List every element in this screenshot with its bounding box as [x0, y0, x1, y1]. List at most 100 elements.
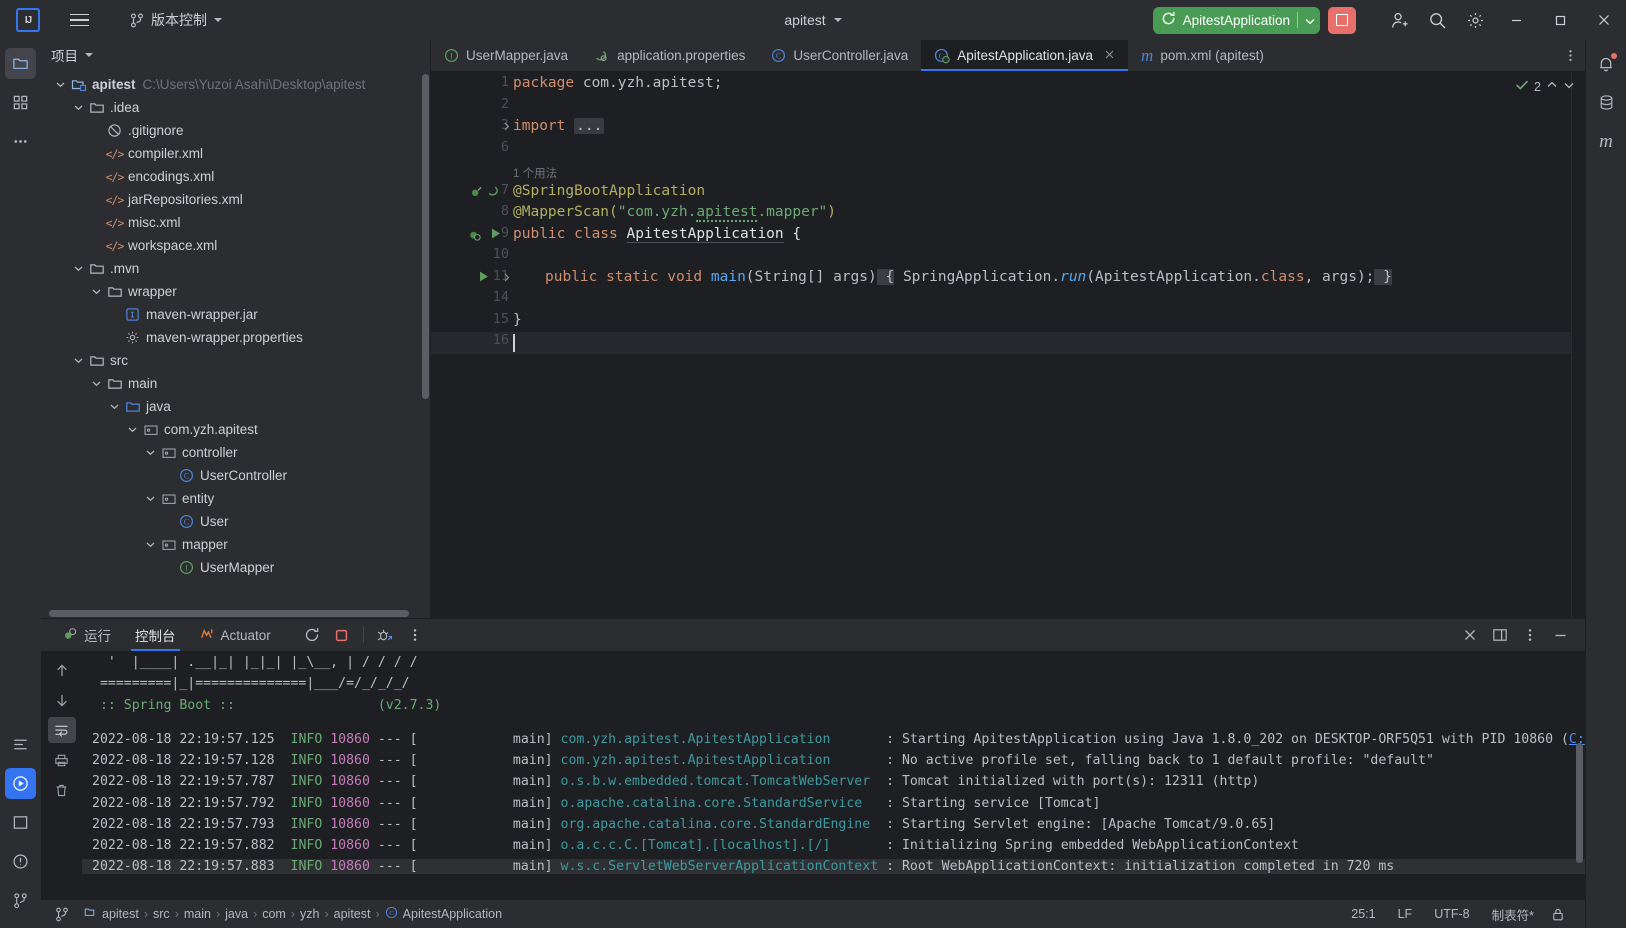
prev-problem-icon[interactable] — [1546, 79, 1558, 94]
tree-node-wrapper[interactable]: wrapper — [41, 280, 430, 303]
tree-node-misc-xml[interactable]: </> misc.xml — [41, 211, 430, 234]
tree-node-controller[interactable]: controller — [41, 441, 430, 464]
breadcrumb-item[interactable]: apitest — [329, 907, 376, 921]
tree-node-compiler-xml[interactable]: </> compiler.xml — [41, 142, 430, 165]
editor-gutter[interactable]: 1 2 3 6 7 8 9 10 11 14 15 16 — [431, 72, 513, 618]
chevron-down-icon[interactable] — [73, 263, 84, 274]
tree-node-maven-wrapper-jar[interactable]: maven-wrapper.jar — [41, 303, 430, 326]
close-tab-icon[interactable] — [1104, 48, 1115, 63]
sidebar-item-problems[interactable] — [5, 846, 36, 877]
chevron-down-icon[interactable] — [73, 355, 84, 366]
close-run-window-button[interactable] — [1455, 620, 1485, 650]
account-add-icon[interactable] — [1380, 1, 1418, 39]
tree-node-jarrepositories-xml[interactable]: </> jarRepositories.xml — [41, 188, 430, 211]
print-icon[interactable] — [48, 747, 76, 773]
indent-setting[interactable]: 制表符* — [1481, 905, 1545, 924]
breadcrumb-item[interactable]: java — [220, 907, 253, 921]
editor-tab-usermapper-java[interactable]: I UserMapper.java — [431, 40, 581, 71]
chevron-down-icon[interactable] — [73, 102, 84, 113]
chevron-down-icon[interactable] — [91, 286, 102, 297]
gutter-spring-icon[interactable] — [487, 184, 502, 199]
editor-tab-usercontroller-java[interactable]: C UserController.java — [758, 40, 921, 71]
editor-tabs-more-icon[interactable] — [1555, 40, 1585, 71]
fold-arrow-imports[interactable] — [501, 121, 512, 132]
gutter-bean-icon[interactable] — [469, 184, 484, 199]
breadcrumb-item[interactable]: com — [257, 907, 291, 921]
gutter-run-icon[interactable] — [489, 227, 502, 240]
tree-node-mapper[interactable]: mapper — [41, 533, 430, 556]
tree-node-usermapper[interactable]: I UserMapper — [41, 556, 430, 579]
run-more-options-button[interactable] — [400, 620, 430, 650]
sidebar-item-more[interactable] — [5, 126, 36, 157]
project-panel-header[interactable]: 项目 — [41, 40, 430, 70]
sidebar-item-structure[interactable] — [5, 87, 36, 118]
tree-node-workspace-xml[interactable]: </> workspace.xml — [41, 234, 430, 257]
editor-tab-application-properties[interactable]: application.properties — [581, 40, 758, 71]
chevron-down-icon[interactable] — [55, 79, 66, 90]
line-separator[interactable]: LF — [1387, 907, 1424, 921]
tree-node-encodings-xml[interactable]: </> encodings.xml — [41, 165, 430, 188]
tree-node-main[interactable]: main — [41, 372, 430, 395]
chevron-down-icon[interactable] — [109, 401, 120, 412]
gear-icon[interactable] — [1456, 1, 1494, 39]
sidebar-item-terminal[interactable] — [5, 729, 36, 760]
chevron-down-icon[interactable] — [145, 493, 156, 504]
error-stripe[interactable] — [1571, 72, 1585, 618]
maven-m-icon[interactable]: m — [1591, 126, 1622, 157]
breadcrumb-item[interactable]: C ApitestApplication — [380, 906, 507, 922]
tree-node-apitest[interactable]: apitest C:\Users\Yuzoi Asahi\Desktop\apit… — [41, 73, 430, 96]
run-configuration-button[interactable]: ApitestApplication — [1152, 6, 1320, 34]
sidebar-item-project[interactable] — [5, 48, 36, 79]
chevron-down-icon[interactable] — [91, 378, 102, 389]
main-menu-icon[interactable] — [62, 3, 96, 37]
code-editor[interactable]: 2 1 2 3 6 7 8 9 10 11 14 15 16 package com.yzh.apit… — [431, 72, 1585, 618]
soft-wrap-icon[interactable] — [47, 717, 76, 743]
notifications-bell-icon[interactable] — [1591, 48, 1622, 79]
fold-arrow-method[interactable] — [501, 272, 512, 283]
git-branch-icon[interactable] — [49, 901, 75, 927]
bug-attach-button[interactable] — [370, 620, 400, 650]
run-tab-actuator[interactable]: Actuator — [188, 619, 283, 651]
editor-code-area[interactable]: package com.yzh.apitest; import ... 1 个用法 @… — [513, 72, 1585, 618]
scroll-down-icon[interactable] — [48, 687, 76, 713]
tree-node-maven-wrapper-properties[interactable]: maven-wrapper.properties — [41, 326, 430, 349]
run-window-options-button[interactable] — [1515, 620, 1545, 650]
tree-node-entity[interactable]: entity — [41, 487, 430, 510]
tree-node--idea[interactable]: .idea — [41, 96, 430, 119]
database-icon[interactable] — [1591, 87, 1622, 118]
maximize-window-button[interactable] — [1538, 0, 1582, 40]
console-output[interactable]: ' |____| .__|_| |_|_| |_\__, | / / / / =… — [82, 651, 1585, 900]
project-tree[interactable]: apitest C:\Users\Yuzoi Asahi\Desktop\apit… — [41, 70, 430, 618]
chevron-down-icon[interactable] — [145, 539, 156, 550]
breadcrumb-item[interactable]: yzh — [295, 907, 324, 921]
search-icon[interactable] — [1418, 1, 1456, 39]
usage-hint[interactable]: 1 个用法 — [513, 165, 557, 181]
tree-node--gitignore[interactable]: .gitignore — [41, 119, 430, 142]
sidebar-item-git[interactable] — [5, 885, 36, 916]
trash-icon[interactable] — [48, 777, 76, 803]
tree-node-java[interactable]: java — [41, 395, 430, 418]
split-layout-button[interactable] — [1485, 620, 1515, 650]
editor-tab-apitestapplication-java[interactable]: C ApitestApplication.java — [921, 40, 1129, 71]
lock-icon[interactable] — [1545, 901, 1571, 927]
sidebar-item-run[interactable] — [5, 768, 36, 799]
minimize-run-window-button[interactable] — [1545, 620, 1575, 650]
project-tree-vscrollbar[interactable] — [422, 74, 429, 399]
scroll-up-icon[interactable] — [48, 657, 76, 683]
inspection-widget[interactable]: 2 — [1515, 78, 1575, 95]
gutter-run-main-icon[interactable] — [477, 270, 490, 283]
rerun-button[interactable] — [297, 620, 327, 650]
tree-node-com-yzh-apitest[interactable]: com.yzh.apitest — [41, 418, 430, 441]
project-tree-hscrollbar[interactable] — [49, 610, 409, 617]
vcs-widget[interactable]: 版本控制 — [124, 7, 228, 33]
breadcrumb-item[interactable]: main — [179, 907, 216, 921]
editor-tab-pom-xml-apitest-[interactable]: m pom.xml (apitest) — [1128, 40, 1277, 71]
file-encoding[interactable]: UTF-8 — [1423, 907, 1480, 921]
folded-imports[interactable]: ... — [574, 118, 605, 134]
minimize-window-button[interactable] — [1494, 0, 1538, 40]
tree-node-user[interactable]: C User — [41, 510, 430, 533]
tree-node-usercontroller[interactable]: C UserController — [41, 464, 430, 487]
project-name-widget[interactable]: apitest — [784, 12, 842, 28]
breadcrumb-item[interactable]: apitest — [79, 906, 144, 922]
chevron-down-icon[interactable] — [127, 424, 138, 435]
